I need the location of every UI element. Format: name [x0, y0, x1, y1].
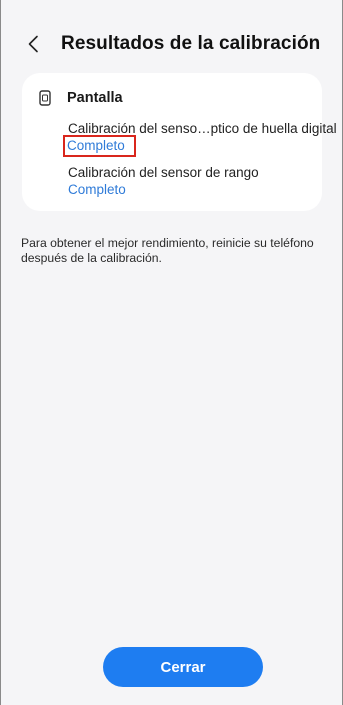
item-status[interactable]: Completo: [68, 181, 259, 198]
section-title: Pantalla: [67, 90, 123, 106]
close-button[interactable]: Cerrar: [103, 647, 263, 687]
chevron-left-icon: [28, 35, 38, 53]
item-name: Calibración del sensor de rango: [68, 165, 259, 180]
app-header: Resultados de la calibración: [1, 26, 342, 62]
restart-note: Para obtener el mejor rendimiento, reini…: [21, 236, 314, 265]
item-name: Calibración del senso…ptico de huella di…: [68, 121, 337, 136]
page-title: Resultados de la calibración: [61, 33, 321, 54]
section-header: Pantalla: [39, 90, 123, 106]
results-card: Pantalla Calibración del senso…ptico de …: [22, 73, 337, 211]
list-item: Calibración del sensor de rango Completo: [68, 164, 259, 198]
phone-screen-icon: [39, 90, 51, 106]
item-status[interactable]: Completo: [63, 135, 136, 157]
list-item: Calibración del senso…ptico de huella di…: [63, 120, 337, 157]
